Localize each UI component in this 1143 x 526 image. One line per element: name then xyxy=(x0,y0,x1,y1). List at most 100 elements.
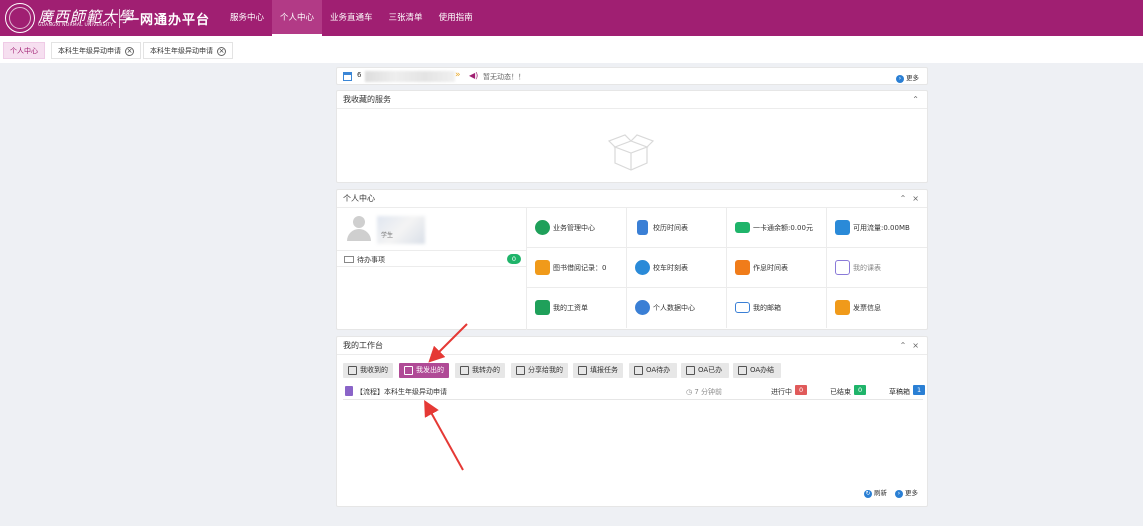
quick-work-schedule[interactable]: 作息时间表 xyxy=(727,248,827,288)
wtab-received[interactable]: 我收到的 xyxy=(343,363,393,378)
user-role: 学生 xyxy=(381,232,394,239)
nav-personal-center[interactable]: 个人中心 xyxy=(272,0,323,36)
close-icon[interactable]: × xyxy=(217,46,226,56)
quick-access-grid: 业务管理中心 校历时间表 一卡通余额:0.00元 可用流量:0.00MB 图书借… xyxy=(527,208,928,330)
wtab-label: OA办结 xyxy=(750,366,775,374)
tab-grade-change-2[interactable]: 本科生年级异动申请 × xyxy=(143,42,233,59)
empty-box-icon xyxy=(607,134,655,171)
salary-icon xyxy=(535,300,550,315)
workbench-panel: 我的工作台 ⌃ × 我收到的 我发出的 我转办的 分享给我的 填报任务 OA待办 … xyxy=(336,336,928,507)
nav-user-guide[interactable]: 使用指南 xyxy=(431,0,481,36)
nav-three-lists[interactable]: 三张清单 xyxy=(381,0,431,36)
timetable-icon xyxy=(835,260,850,275)
row-time-text: 7 分钟前 xyxy=(694,388,723,396)
logo-divider xyxy=(119,9,120,28)
todo-count-badge: 0 xyxy=(507,254,521,264)
done-label: 已结束 xyxy=(830,388,851,396)
share-icon xyxy=(516,366,525,375)
quick-library-records[interactable]: 图书借阅记录：0 xyxy=(527,248,627,288)
more-label: 更多 xyxy=(905,489,918,497)
cell-label: 业务管理中心 xyxy=(553,224,595,232)
wtab-fill-tasks[interactable]: 填报任务 xyxy=(573,363,623,378)
doc-icon xyxy=(686,366,695,375)
wtab-oa-closed[interactable]: OA办结 xyxy=(733,363,781,378)
mail-icon xyxy=(735,302,750,313)
draft-label: 草稿箱 xyxy=(889,388,910,396)
wtab-label: 我发出的 xyxy=(416,366,444,374)
more-icon: › xyxy=(895,490,903,498)
row-title[interactable]: 【流程】本科生年级异动申请 xyxy=(356,387,447,397)
calendar-icon xyxy=(637,220,648,235)
nav-business-express[interactable]: 业务直通车 xyxy=(322,0,381,36)
quick-personal-data[interactable]: 个人数据中心 xyxy=(627,288,727,328)
close-icon[interactable]: × xyxy=(912,194,919,203)
wtab-transferred[interactable]: 我转办的 xyxy=(455,363,505,378)
wtab-label: OA已办 xyxy=(698,366,723,374)
wtab-oa-done[interactable]: OA已办 xyxy=(681,363,729,378)
quick-card-balance[interactable]: 一卡通余额:0.00元 xyxy=(727,208,827,248)
in-progress-badge: 0 xyxy=(795,385,808,395)
speaker-icon: ◀) xyxy=(469,71,479,80)
panel-header: 我的工作台 ⌃ × xyxy=(337,337,927,355)
cell-label: 校历时间表 xyxy=(653,224,688,232)
collapse-icon[interactable]: ⌃ xyxy=(900,194,907,203)
top-navbar: 廣西師範大學 GUANGXI NORMAL UNIVERSITY 一网通办平台 … xyxy=(0,0,1143,36)
quick-bus-schedule[interactable]: 校车时刻表 xyxy=(627,248,727,288)
quick-network-traffic[interactable]: 可用流量:0.00MB xyxy=(827,208,927,248)
more-link[interactable]: › 更多 xyxy=(895,487,918,498)
double-chevron-icon[interactable]: » xyxy=(455,70,461,80)
news-notice: 暂无动态！！ xyxy=(483,73,525,81)
quick-invoice-info[interactable]: 发票信息 xyxy=(827,288,927,328)
todo-item[interactable]: 待办事项 0 xyxy=(337,250,527,267)
quick-school-calendar[interactable]: 校历时间表 xyxy=(627,208,727,248)
calendar-icon xyxy=(343,72,352,81)
table-row[interactable]: 【流程】本科生年级异动申请 ◷ 7 分钟前 进行中 0 已结束 0 草稿箱 1 xyxy=(343,384,926,400)
tab-label: 个人中心 xyxy=(10,47,38,55)
wtab-label: 分享给我的 xyxy=(528,366,563,374)
quick-my-timetable[interactable]: 我的课表 xyxy=(827,248,927,288)
quick-salary-slip[interactable]: 我的工资单 xyxy=(527,288,627,328)
more-icon: › xyxy=(896,75,904,83)
upload-icon xyxy=(404,366,413,375)
quick-business-management[interactable]: 业务管理中心 xyxy=(527,208,627,248)
refresh-label: 刷新 xyxy=(874,489,887,497)
refresh-icon: ↻ xyxy=(864,490,872,498)
date-text: 6 xyxy=(357,71,362,79)
blurred-date-text xyxy=(365,71,455,82)
wtab-label: 我转办的 xyxy=(472,366,500,374)
transfer-icon xyxy=(460,366,469,375)
wtab-sent[interactable]: 我发出的 xyxy=(399,363,449,378)
wtab-shared[interactable]: 分享给我的 xyxy=(511,363,568,378)
close-icon[interactable]: × xyxy=(125,46,134,56)
tab-personal-center[interactable]: 个人中心 xyxy=(3,42,45,59)
book-icon xyxy=(535,260,550,275)
tab-label: 本科生年级异动申请 xyxy=(150,47,213,55)
personal-center-panel: 个人中心 ⌃ × 学生 待办事项 0 业务管理中心 校历时间表 一卡通余额:0.0… xyxy=(336,189,928,330)
tab-label: 本科生年级异动申请 xyxy=(58,47,121,55)
close-icon[interactable]: × xyxy=(912,341,919,350)
collapse-icon[interactable]: ⌃ xyxy=(912,95,919,104)
refresh-link[interactable]: ↻ 刷新 xyxy=(864,487,887,498)
panel-title: 我收藏的服务 xyxy=(343,95,391,104)
wtab-oa-todo[interactable]: OA待办 xyxy=(629,363,677,378)
tab-grade-change-1[interactable]: 本科生年级异动申请 × xyxy=(51,42,141,59)
service-icon xyxy=(535,220,550,235)
invoice-icon xyxy=(835,300,850,315)
card-icon xyxy=(735,222,750,233)
cell-label: 可用流量:0.00MB xyxy=(853,224,910,232)
cell-label: 我的工资单 xyxy=(553,304,588,312)
platform-title: 一网通办平台 xyxy=(126,13,211,28)
doc-icon xyxy=(738,366,747,375)
nav-service-center[interactable]: 服务中心 xyxy=(222,0,272,36)
cell-label: 作息时间表 xyxy=(753,264,788,272)
collapse-icon[interactable]: ⌃ xyxy=(900,341,907,350)
favorites-panel: 我收藏的服务 ⌃ xyxy=(336,90,928,183)
main-nav: 服务中心 个人中心 业务直通车 三张清单 使用指南 xyxy=(222,0,481,36)
university-seal-icon xyxy=(5,3,35,33)
quick-my-mailbox[interactable]: 我的邮箱 xyxy=(727,288,827,328)
info-bar: 6 » ◀) 暂无动态！！ › 更多 xyxy=(336,67,928,85)
grid-icon xyxy=(348,366,357,375)
profile-card: 学生 待办事项 0 xyxy=(337,208,527,330)
download-icon xyxy=(835,220,850,235)
more-link[interactable]: › 更多 xyxy=(896,72,919,83)
